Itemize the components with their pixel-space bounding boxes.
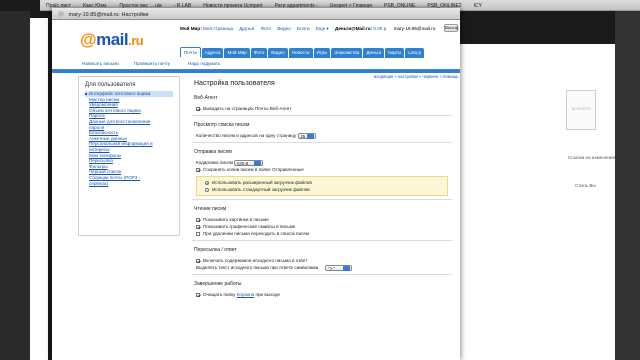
money-label: Деньги@Mail.ru: xyxy=(335,26,373,31)
tab-photo[interactable]: Фото xyxy=(250,48,268,58)
toplink-blogs[interactable]: Блоги xyxy=(297,26,310,31)
mail-header: @mail.ru Мой Мир: Моя страница Друзья Фо… xyxy=(52,20,460,60)
uploader-advanced-radio[interactable] xyxy=(205,180,209,185)
window-title: mary-19.85@mail.ru: Настройки xyxy=(68,12,149,18)
right-text-1: Ссылка на изменения xyxy=(568,155,615,160)
window-close-icon[interactable] xyxy=(58,11,64,17)
show-images-checkbox[interactable] xyxy=(196,217,200,222)
clear-trash-option[interactable]: Очищать папку Корзина при выходе xyxy=(188,291,456,298)
section-finish: Завершение работы Очищать папку Корзина … xyxy=(188,281,456,298)
section-title: Пересылка / ответ xyxy=(194,247,237,253)
action-bar: Написать письмо Проверить почту Надо под… xyxy=(52,60,460,70)
avatar-caption: NO PHOTO xyxy=(571,107,591,111)
section-sending: Отправка писем Кодировка писем KOI-8 Сох… xyxy=(188,149,456,200)
toplink-friends[interactable]: Друзья xyxy=(239,26,254,31)
include-original-option[interactable]: Включать содержимое исходного письма в о… xyxy=(188,257,456,264)
tab-games[interactable]: Игры xyxy=(313,48,331,58)
webagent-option[interactable]: Выводить на страницах Почты Веб-Агент xyxy=(188,105,456,112)
section-reading: Чтение писем Показывать картинки в письм… xyxy=(188,206,456,241)
tab-video[interactable]: Видео xyxy=(268,48,288,58)
page-title: Настройка пользователя xyxy=(194,80,275,87)
check-mail-link[interactable]: Проверить почту xyxy=(134,61,170,66)
show-smiles-checkbox[interactable] xyxy=(196,224,200,229)
write-letter-link[interactable]: Написать письмо xyxy=(82,61,119,66)
background-page-left xyxy=(30,18,48,360)
tab-news[interactable]: Новости xyxy=(288,48,313,58)
encoding-select[interactable]: KOI-8 xyxy=(234,159,264,166)
back-tab[interactable]: ICY xyxy=(468,0,488,9)
toplink-more[interactable]: Еще ▾ xyxy=(316,26,329,31)
tab-myworld[interactable]: Мой Мир xyxy=(224,48,250,58)
sidebar-item-pop3-2[interactable]: сервера) xyxy=(85,181,173,187)
clear-trash-checkbox[interactable] xyxy=(196,292,200,297)
count-select[interactable]: 25 xyxy=(297,132,317,139)
toplink-video[interactable]: Видео xyxy=(277,26,290,31)
backdrop-left xyxy=(0,11,30,360)
quote-select[interactable]: "> " xyxy=(325,264,353,271)
user-email[interactable]: mary-19.85@mail.ru xyxy=(394,26,436,31)
goto-list-checkbox[interactable] xyxy=(196,231,200,236)
toplink-mypage[interactable]: Моя страница xyxy=(203,26,233,31)
new-folder-link[interactable]: Надо подумать xyxy=(188,61,220,66)
goto-list-option[interactable]: При удалении письма переходить в список … xyxy=(188,230,456,237)
section-title: Чтение писем xyxy=(194,206,227,212)
section-title: Отправка писем xyxy=(194,149,232,155)
save-copies-option[interactable]: Сохранять копии писем в папке Отправленн… xyxy=(188,166,456,173)
tab-leto[interactable]: Leto.p xyxy=(405,48,425,58)
money-value[interactable]: 0.00 р. xyxy=(373,26,387,31)
section-forward: Пересылка / ответ Включать содержимое ис… xyxy=(188,247,456,275)
section-list-view: Просмотр списка писем Количество писем и… xyxy=(188,122,456,143)
include-original-checkbox[interactable] xyxy=(196,258,200,263)
save-copies-checkbox[interactable] xyxy=(196,167,200,172)
count-row: Количество писем и адресов на одну стран… xyxy=(188,132,456,139)
service-tabs: Почта Адреса Мой Мир Фото Видео Новости Игры Зн… xyxy=(180,47,425,58)
uploader-standard-radio[interactable] xyxy=(205,187,209,192)
quote-row: Выделять текст исходного письма при отве… xyxy=(188,264,456,271)
section-title: Просмотр списка писем xyxy=(194,122,250,128)
right-text-2: Стиль Вы xyxy=(575,183,596,188)
toplink-photo[interactable]: Фото xyxy=(260,26,271,31)
settings-main: Настройка пользователя Веб-Агент Выводит… xyxy=(188,76,456,360)
settings-sidebar: Для пользователя Интерфейс почтового ящи… xyxy=(78,76,180,236)
tab-dating[interactable]: Знакомства xyxy=(331,48,363,58)
mail-logo[interactable]: @mail.ru xyxy=(80,30,144,50)
tab-addresses[interactable]: Адреса xyxy=(201,48,224,58)
avatar: NO PHOTO xyxy=(566,90,596,130)
sidebar-title: Для пользователя xyxy=(85,82,136,88)
webagent-checkbox[interactable] xyxy=(196,106,200,111)
section-title: Веб-Агент xyxy=(194,95,218,101)
uploader-advanced-option[interactable]: Использовать расширенный загрузчик файло… xyxy=(197,179,447,186)
header-divider xyxy=(52,70,460,73)
uploader-options: Использовать расширенный загрузчик файло… xyxy=(196,176,448,196)
section-webagent: Веб-Агент Выводить на страницах Почты Ве… xyxy=(188,95,456,116)
exit-button[interactable]: Выход xyxy=(444,24,458,32)
window-titlebar: mary-19.85@mail.ru: Настройки xyxy=(52,8,460,20)
encoding-row: Кодировка писем KOI-8 xyxy=(188,159,456,166)
tab-maps[interactable]: Карты xyxy=(385,48,405,58)
section-title: Завершение работы xyxy=(194,281,242,287)
top-links: Мой Мир: Моя страница Друзья Фото Видео … xyxy=(180,26,440,32)
tab-money[interactable]: Деньги xyxy=(363,48,385,58)
uploader-standard-option[interactable]: Использовать стандартный загрузчик файло… xyxy=(197,186,447,193)
show-images-option[interactable]: Показывать картинки в письме xyxy=(188,216,456,223)
show-smiles-option[interactable]: Показывать графические смайлы в письме xyxy=(188,223,456,230)
tab-mail[interactable]: Почта xyxy=(180,47,201,57)
trash-link[interactable]: Корзина xyxy=(237,292,255,297)
myworld-label: Мой Мир: xyxy=(180,26,202,31)
browser-window: mary-19.85@mail.ru: Настройки @mail.ru М… xyxy=(52,8,460,360)
backdrop-right xyxy=(615,11,640,360)
